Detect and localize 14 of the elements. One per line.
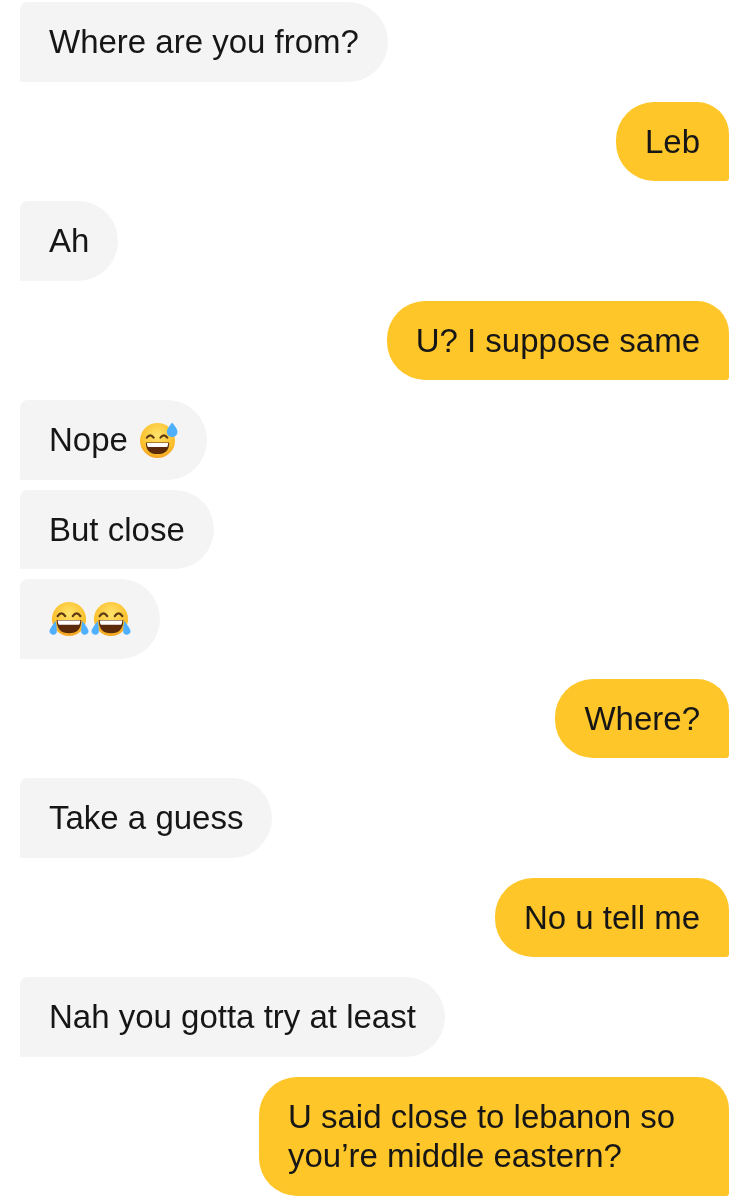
message-text: Leb	[644, 121, 700, 161]
grinning-sweat-emoji-icon	[139, 421, 178, 458]
message-text: U? I suppose same	[415, 320, 700, 360]
message-text: U said close to lebanon so you’re middle eastern?	[288, 1096, 677, 1176]
message-text: Nah you gotta try at least	[49, 997, 416, 1037]
message-text: Take a guess	[49, 798, 244, 838]
message-text: Ah	[49, 221, 90, 261]
message-text: But close	[49, 509, 185, 549]
message-text: Nope	[49, 420, 128, 460]
tears-of-joy-emoji-icon	[91, 600, 131, 637]
tears-of-joy-emoji-icon	[49, 600, 89, 637]
message-text: Where?	[584, 698, 700, 738]
message-text: No u tell me	[523, 897, 700, 937]
message-text: Where are you from?	[49, 22, 359, 62]
